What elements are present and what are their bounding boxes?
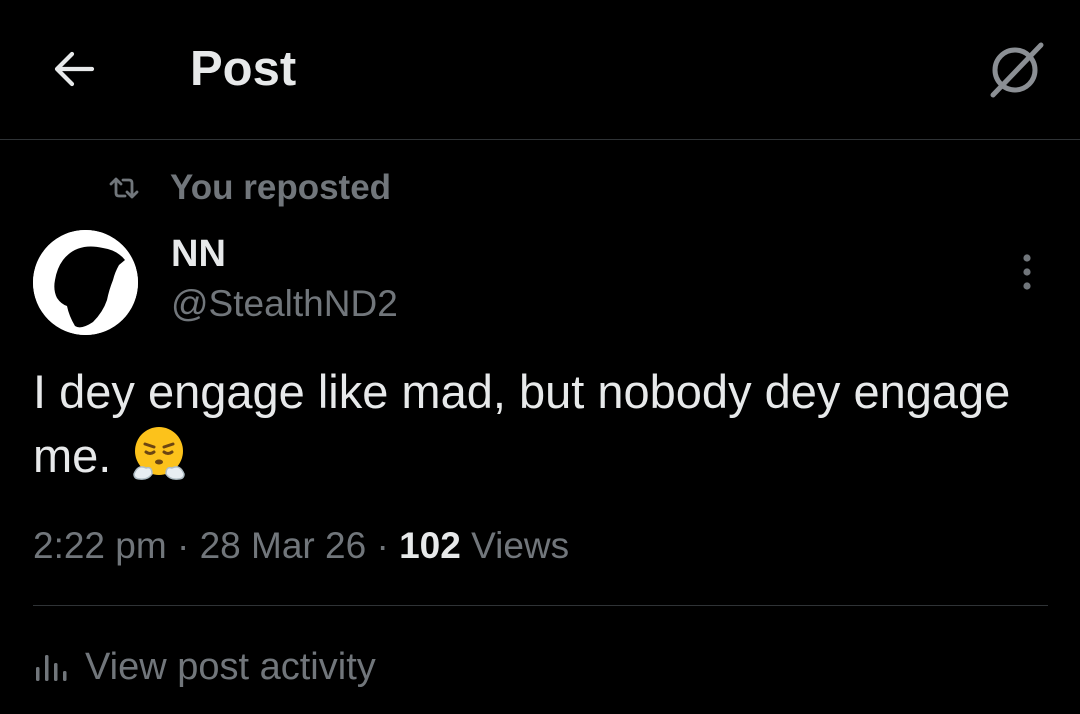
back-button[interactable] — [46, 44, 102, 94]
arrow-left-icon — [54, 51, 95, 87]
view-post-activity-button[interactable]: View post activity — [33, 640, 376, 694]
post-time: 2:22 pm — [33, 525, 167, 566]
social-context-text: You reposted — [170, 168, 392, 207]
social-context: You reposted — [108, 166, 391, 210]
views-count[interactable]: 102 — [399, 525, 461, 566]
grok-icon — [990, 42, 1044, 98]
repost-icon — [109, 177, 139, 199]
face-with-steam-from-nose-icon — [130, 424, 188, 498]
author-handle[interactable]: @StealthND2 — [171, 283, 398, 325]
post-date: 28 Mar 26 — [199, 525, 367, 566]
post-metadata: 2:22 pm · 28 Mar 26 · 102 Views — [33, 525, 569, 567]
activity-label: View post activity — [85, 645, 376, 688]
meta-separator: · — [366, 525, 400, 566]
author-display-name[interactable]: NN — [171, 233, 226, 276]
page-title: Post — [190, 42, 297, 96]
top-bar: Post — [0, 0, 1080, 140]
divider — [33, 605, 1048, 606]
silhouette-avatar — [33, 230, 138, 335]
views-label: Views — [460, 525, 570, 566]
more-vertical-icon — [1023, 254, 1031, 290]
post-body: I dey engage like mad, but nobody dey en… — [33, 360, 1043, 498]
avatar[interactable] — [33, 230, 138, 335]
grok-button[interactable] — [980, 34, 1050, 104]
meta-separator: · — [166, 525, 200, 566]
bar-chart-icon — [36, 655, 67, 681]
more-options-button[interactable] — [1005, 250, 1049, 294]
